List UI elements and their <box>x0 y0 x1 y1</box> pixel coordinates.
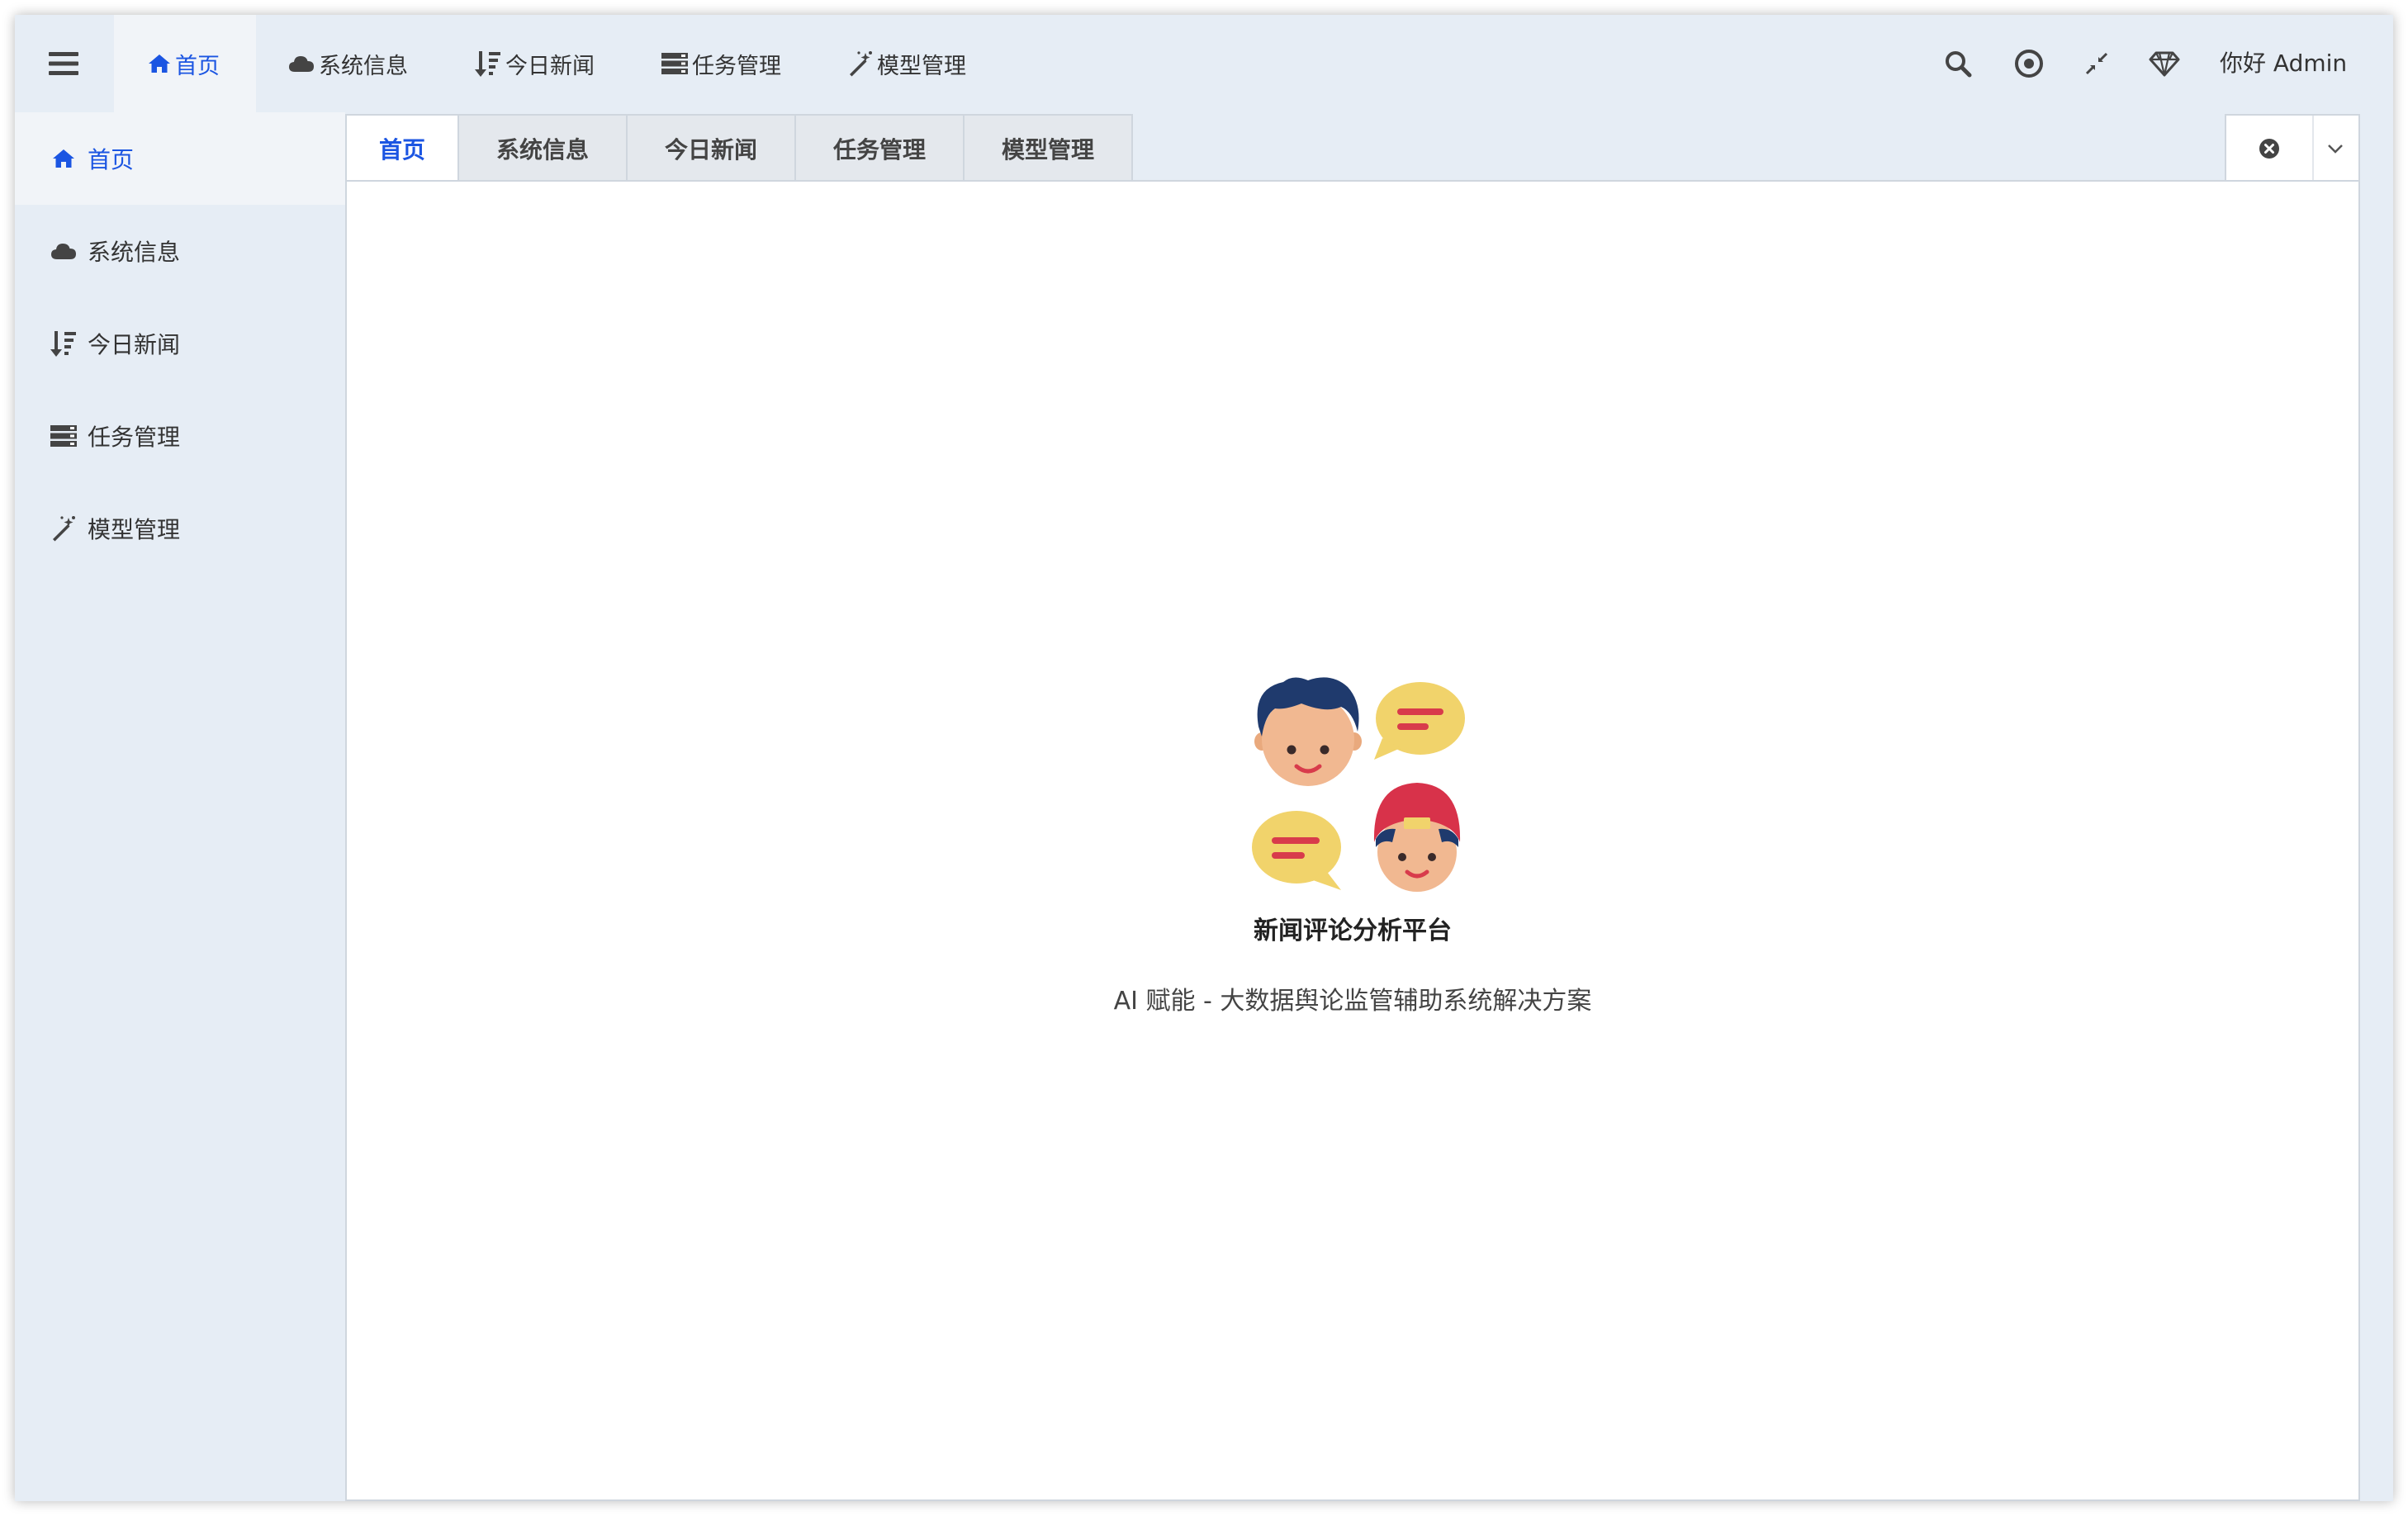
compress-button[interactable] <box>2081 48 2112 79</box>
chevron-down-icon <box>2328 144 2343 154</box>
topnav-task-management-label: 任务管理 <box>692 53 781 79</box>
discussion-illustration <box>1252 677 1465 892</box>
sidebar: 首页 系统信息 今日新闻 任务管理 模型管理 <box>15 112 345 1501</box>
content-panel: 新闻评论分析平台 AI 赋能 - 大数据舆论监管辅助系统解决方案 <box>345 180 2360 1501</box>
sidebar-item-home[interactable]: 首页 <box>15 112 345 205</box>
target-button[interactable] <box>2013 48 2045 79</box>
search-icon <box>1946 51 1972 78</box>
speech-bubble-icon <box>1374 682 1465 760</box>
tab-today-news[interactable]: 今日新闻 <box>626 114 796 182</box>
tab-model-management[interactable]: 模型管理 <box>963 114 1133 182</box>
close-tabs-button[interactable] <box>2226 116 2314 182</box>
tab-label: 任务管理 <box>832 136 926 163</box>
sidebar-item-label: 首页 <box>88 146 135 173</box>
topnav-home-label: 首页 <box>175 53 220 79</box>
menu-toggle-button[interactable] <box>15 15 112 112</box>
topnav-today-news-label: 今日新闻 <box>505 53 595 79</box>
topnav-today-news[interactable]: 今日新闻 <box>443 15 629 112</box>
app-window: 首页 系统信息 今日新闻 任务管理 模型管理 你好 Admin 首页 系统信息 … <box>15 15 2393 1501</box>
home-icon <box>50 144 78 173</box>
topnav-system-info-label: 系统信息 <box>319 53 408 79</box>
sidebar-item-task-management[interactable]: 任务管理 <box>15 390 345 482</box>
sidebar-item-label: 任务管理 <box>88 424 181 451</box>
home-icon <box>149 54 170 73</box>
topnav-model-management-label: 模型管理 <box>877 53 966 79</box>
topnav-home[interactable]: 首页 <box>114 15 256 112</box>
page-title: 新闻评论分析平台 <box>1254 917 1452 945</box>
tab-task-management[interactable]: 任务管理 <box>794 114 965 182</box>
magic-wand-icon <box>50 514 78 542</box>
page-subtitle: AI 赋能 - 大数据舆论监管辅助系统解决方案 <box>1113 987 1592 1016</box>
sidebar-item-today-news[interactable]: 今日新闻 <box>15 297 345 390</box>
sort-icon <box>50 329 78 358</box>
cloud-icon <box>289 56 314 72</box>
sort-icon <box>475 51 500 77</box>
topnav-model-management[interactable]: 模型管理 <box>816 15 1003 112</box>
tab-label: 模型管理 <box>1001 136 1094 163</box>
diamond-icon <box>2149 51 2180 77</box>
close-circle-icon <box>2259 139 2279 159</box>
page-tabs: 首页 系统信息 今日新闻 任务管理 模型管理 <box>345 114 1133 182</box>
sidebar-item-label: 系统信息 <box>88 239 181 266</box>
magic-wand-icon <box>850 51 872 77</box>
sidebar-item-system-info[interactable]: 系统信息 <box>15 205 345 297</box>
tab-label: 今日新闻 <box>664 136 757 163</box>
compress-icon <box>2085 52 2108 75</box>
theme-button[interactable] <box>2149 48 2180 79</box>
topnav-task-management[interactable]: 任务管理 <box>629 15 816 112</box>
cloud-icon <box>50 237 78 265</box>
tab-system-info[interactable]: 系统信息 <box>457 114 628 182</box>
main-content: 首页 系统信息 今日新闻 任务管理 模型管理 新闻评论分析平台 AI 赋能 - … <box>345 114 2360 1501</box>
tab-tools <box>2225 114 2360 182</box>
sidebar-item-label: 今日新闻 <box>88 331 181 358</box>
tab-label: 首页 <box>378 136 425 163</box>
search-button[interactable] <box>1942 48 1974 79</box>
top-nav: 首页 系统信息 今日新闻 任务管理 模型管理 <box>114 15 1003 112</box>
sidebar-item-model-management[interactable]: 模型管理 <box>15 482 345 575</box>
topnav-system-info[interactable]: 系统信息 <box>256 15 443 112</box>
boy-avatar-icon <box>1254 677 1362 786</box>
user-greeting[interactable]: 你好 Admin <box>2220 15 2347 112</box>
tab-menu-dropdown-button[interactable] <box>2312 116 2358 182</box>
target-icon <box>2015 50 2043 78</box>
tab-label: 系统信息 <box>495 136 589 163</box>
tab-home[interactable]: 首页 <box>345 114 459 182</box>
hamburger-icon <box>49 52 78 75</box>
server-icon <box>50 422 78 450</box>
sidebar-item-label: 模型管理 <box>88 516 181 543</box>
top-navbar: 首页 系统信息 今日新闻 任务管理 模型管理 你好 Admin <box>15 15 2393 112</box>
server-icon <box>661 53 688 74</box>
speech-bubble-icon <box>1252 811 1341 890</box>
boy-with-cap-avatar-icon <box>1373 783 1461 892</box>
